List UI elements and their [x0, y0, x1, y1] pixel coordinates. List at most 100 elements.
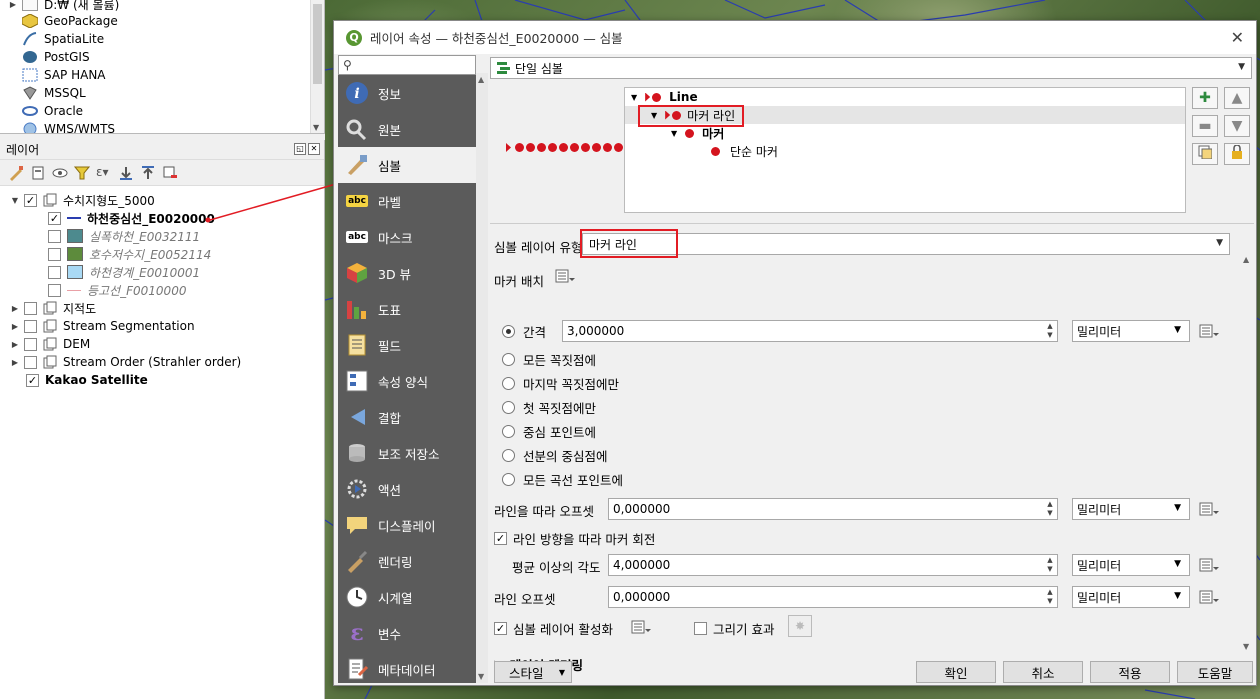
browser-item-postgis[interactable]: PostGIS: [22, 48, 90, 66]
renderer-select[interactable]: 단일 심볼 ▼: [490, 57, 1252, 79]
placement-option[interactable]: 중심 포인트에: [502, 421, 596, 441]
move-down-button[interactable]: ▼: [1224, 115, 1250, 137]
expand-arrow-icon[interactable]: ▼: [671, 129, 677, 138]
nav-item-joins[interactable]: 결합: [338, 399, 476, 435]
layer-checkbox[interactable]: [24, 319, 37, 333]
layer-checkbox[interactable]: [24, 337, 37, 351]
nav-item-info[interactable]: i 정보: [338, 75, 476, 111]
spin-arrows-icon[interactable]: ▲ ▼: [1045, 322, 1055, 340]
browser-item-wms[interactable]: WMS/WMTS: [22, 120, 115, 133]
rotate-markers-option[interactable]: ✓ 라인 방향을 따라 마커 회전: [494, 529, 655, 548]
nav-item-actions[interactable]: 액션: [338, 471, 476, 507]
layer-row[interactable]: ✓ Kakao Satellite: [26, 371, 148, 389]
enable-symbol-layer-checkbox[interactable]: ✓: [494, 622, 507, 635]
average-angle-input[interactable]: 4,000000 ▲ ▼: [608, 554, 1058, 576]
draw-effects-option[interactable]: 그리기 효과: [694, 619, 774, 638]
nav-item-rendering[interactable]: 렌더링: [338, 543, 476, 579]
lock-layer-button[interactable]: [1224, 143, 1250, 165]
scroll-up-icon[interactable]: ▲: [478, 75, 484, 84]
scroll-down-icon[interactable]: ▼: [478, 672, 484, 681]
ok-button[interactable]: 확인: [916, 661, 996, 683]
nav-item-labels[interactable]: abc 라벨: [338, 183, 476, 219]
draw-effects-checkbox[interactable]: [694, 622, 707, 635]
browser-item-saphana[interactable]: SAP HANA: [22, 66, 106, 84]
symbol-tree-root[interactable]: ▼ Line: [631, 88, 698, 106]
expression-filter-icon[interactable]: ε▾: [96, 165, 112, 181]
nav-item-symbology[interactable]: 심볼: [338, 147, 476, 183]
nav-search-input[interactable]: ⚲: [338, 55, 476, 75]
radio-button[interactable]: [502, 448, 515, 462]
scroll-up-icon[interactable]: ▲: [1243, 255, 1249, 264]
float-panel-icon[interactable]: ◱: [294, 143, 306, 155]
layer-row-selected[interactable]: ✓ 하천중심선_E0020000: [48, 209, 215, 227]
data-defined-override-icon[interactable]: [630, 618, 652, 636]
interval-unit-select[interactable]: 밀리미터 ▼: [1072, 320, 1190, 342]
eye-icon[interactable]: [52, 165, 68, 181]
close-icon[interactable]: ✕: [1231, 28, 1244, 47]
line-offset-unit-select[interactable]: 밀리미터 ▼: [1072, 586, 1190, 608]
data-defined-override-icon[interactable]: [554, 267, 576, 285]
move-up-button[interactable]: ▲: [1224, 87, 1250, 109]
browser-item-spatialite[interactable]: SpatiaLite: [22, 30, 104, 48]
placement-option[interactable]: 모든 곡선 포인트에: [502, 469, 623, 489]
style-manager-icon[interactable]: [8, 165, 24, 181]
layer-group-row[interactable]: ▶ 지적도: [10, 299, 96, 317]
average-angle-unit-select[interactable]: 밀리미터 ▼: [1072, 554, 1190, 576]
layer-checkbox[interactable]: ✓: [48, 211, 61, 225]
collapse-all-icon[interactable]: [140, 165, 156, 181]
nav-scrollbar[interactable]: ▲ ▼: [476, 73, 488, 683]
expand-all-icon[interactable]: [118, 165, 134, 181]
layer-group-row[interactable]: ▼ ✓ 수치지형도_5000: [10, 191, 155, 209]
scroll-down-icon[interactable]: ▼: [313, 123, 319, 132]
placement-option[interactable]: 첫 꼭짓점에만: [502, 397, 596, 417]
add-group-icon[interactable]: [30, 165, 46, 181]
expand-arrow-icon[interactable]: ▶: [10, 340, 20, 349]
enable-symbol-layer-option[interactable]: ✓ 심볼 레이어 활성화: [494, 619, 613, 638]
layer-checkbox[interactable]: [48, 247, 61, 261]
placement-interval-option[interactable]: 간격: [502, 321, 546, 341]
expand-arrow-icon[interactable]: ▼: [631, 93, 637, 102]
data-defined-override-icon[interactable]: [1198, 500, 1220, 518]
layer-row[interactable]: 호수저수지_E0052114: [48, 245, 211, 263]
layer-group-row[interactable]: ▶ Stream Segmentation: [10, 317, 195, 335]
nav-item-source[interactable]: 원본: [338, 111, 476, 147]
browser-item-oracle[interactable]: Oracle: [22, 102, 83, 120]
line-offset-input[interactable]: 0,000000 ▲ ▼: [608, 586, 1058, 608]
layer-row[interactable]: 하천경계_E0010001: [48, 263, 200, 281]
data-defined-override-icon[interactable]: [1198, 322, 1220, 340]
filter-icon[interactable]: [73, 165, 91, 181]
help-button[interactable]: 도움말: [1177, 661, 1253, 683]
radio-button[interactable]: [502, 400, 515, 414]
expand-arrow-icon[interactable]: ▶: [8, 0, 18, 9]
expand-arrow-icon[interactable]: ▶: [10, 304, 20, 313]
nav-item-temporal[interactable]: 시계열: [338, 579, 476, 615]
close-panel-icon[interactable]: ✕: [308, 143, 320, 155]
symbol-tree-layer[interactable]: ▼ 마커 라인: [625, 106, 1185, 124]
layer-checkbox[interactable]: [24, 301, 37, 315]
expand-arrow-icon[interactable]: ▼: [10, 196, 20, 205]
scrollbar-thumb[interactable]: [313, 4, 322, 84]
layer-group-row[interactable]: ▶ Stream Order (Strahler order): [10, 353, 241, 371]
add-symbol-layer-button[interactable]: ✚: [1192, 87, 1218, 109]
nav-item-variables[interactable]: ε 변수: [338, 615, 476, 651]
symbol-tree-simple-marker[interactable]: 단순 마커: [711, 142, 778, 160]
layer-group-row[interactable]: ▶ DEM: [10, 335, 90, 353]
interval-input[interactable]: 3,000000 ▲ ▼: [562, 320, 1058, 342]
offset-along-line-input[interactable]: 0,000000 ▲ ▼: [608, 498, 1058, 520]
nav-item-display[interactable]: 디스플레이: [338, 507, 476, 543]
radio-button[interactable]: [502, 472, 515, 486]
expand-arrow-icon[interactable]: ▶: [10, 322, 20, 331]
browser-scrollbar[interactable]: ▼: [310, 0, 324, 133]
spin-arrows-icon[interactable]: ▲ ▼: [1045, 556, 1055, 574]
content-scrollbar[interactable]: ▲ ▼: [1240, 253, 1254, 653]
layer-checkbox[interactable]: ✓: [26, 373, 39, 387]
spin-arrows-icon[interactable]: ▲ ▼: [1045, 500, 1055, 518]
placement-option[interactable]: 모든 꼭짓점에: [502, 349, 596, 369]
expand-arrow-icon[interactable]: ▼: [651, 111, 657, 120]
cancel-button[interactable]: 취소: [1003, 661, 1083, 683]
offset-along-line-unit-select[interactable]: 밀리미터 ▼: [1072, 498, 1190, 520]
placement-option[interactable]: 마지막 꼭짓점에만: [502, 373, 619, 393]
remove-layer-icon[interactable]: [162, 165, 178, 181]
symbol-layer-type-select[interactable]: 마커 라인 ▼: [582, 233, 1230, 255]
layer-row[interactable]: 등고선_F0010000: [48, 281, 186, 299]
